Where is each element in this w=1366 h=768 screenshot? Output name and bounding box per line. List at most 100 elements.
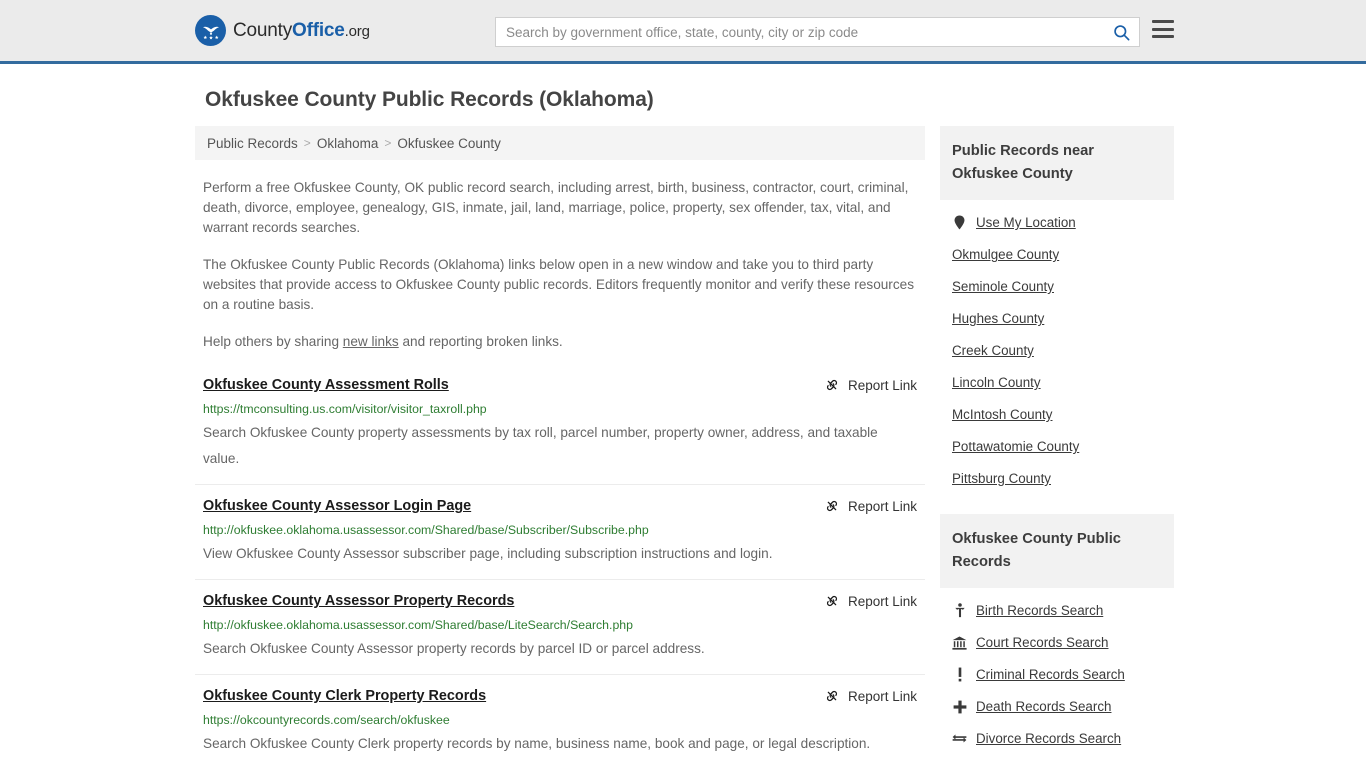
result-title-link[interactable]: Okfuskee County Assessor Login Page xyxy=(203,497,471,516)
courthouse-icon xyxy=(952,636,967,650)
sidebar-link-label[interactable]: Use My Location xyxy=(976,215,1076,230)
report-link-button[interactable]: Report Link xyxy=(824,688,917,704)
result-item: Okfuskee County Clerk Property Records R… xyxy=(195,687,925,768)
sidebar-link-label[interactable]: McIntosh County xyxy=(952,407,1052,422)
eagle-shield-icon xyxy=(195,15,226,46)
sidebar-item-creek-county[interactable]: Creek County xyxy=(940,334,1174,366)
result-title-link[interactable]: Okfuskee County Assessment Rolls xyxy=(203,376,449,395)
result-description: Search Okfuskee County Clerk property re… xyxy=(203,736,871,751)
baby-icon xyxy=(952,603,967,618)
sidebar-item-birth-records[interactable]: Birth Records Search xyxy=(940,594,1174,626)
intro-paragraph-3: Help others by sharing new links and rep… xyxy=(203,332,917,352)
search-bar xyxy=(495,17,1140,47)
report-link-label: Report Link xyxy=(847,593,917,609)
main-column: Public Records > Oklahoma > Okfuskee Cou… xyxy=(195,126,925,768)
sidebar-link-label[interactable]: Criminal Records Search xyxy=(976,667,1125,682)
sidebar-link-label[interactable]: Death Records Search xyxy=(976,699,1111,714)
intro-paragraph-1: Perform a free Okfuskee County, OK publi… xyxy=(203,180,909,235)
intro-section: Perform a free Okfuskee County, OK publi… xyxy=(195,178,925,352)
map-pin-icon xyxy=(952,215,967,230)
split-arrows-icon xyxy=(952,733,967,744)
intro-prefix: Help others by sharing xyxy=(203,334,343,349)
sidebar-item-seminole-county[interactable]: Seminole County xyxy=(940,270,1174,302)
page-container: Okfuskee County Public Records (Oklahoma… xyxy=(0,88,1366,768)
results-list: Okfuskee County Assessment Rolls Report … xyxy=(195,376,925,768)
sidebar-link-label[interactable]: Seminole County xyxy=(952,279,1054,294)
result-title-link[interactable]: Okfuskee County Assessor Property Record… xyxy=(203,592,514,611)
sidebar-item-pittsburg-county[interactable]: Pittsburg County xyxy=(940,462,1174,494)
report-link-label: Report Link xyxy=(847,688,917,704)
sidebar-link-label[interactable]: Hughes County xyxy=(952,311,1044,326)
search-icon xyxy=(1113,24,1129,40)
breadcrumb-item-okfuskee-county[interactable]: Okfuskee County xyxy=(397,136,501,151)
hamburger-menu-icon[interactable] xyxy=(1152,20,1174,38)
sidebar-link-label[interactable]: Pittsburg County xyxy=(952,471,1051,486)
result-title-link[interactable]: Okfuskee County Clerk Property Records xyxy=(203,687,486,706)
nearby-records-title: Public Records near Okfuskee County xyxy=(940,126,1174,200)
county-records-card: Okfuskee County Public Records Birth Rec… xyxy=(940,514,1174,754)
result-url: https://okcountyrecords.com/search/okfus… xyxy=(203,713,450,727)
cross-glyph xyxy=(953,700,966,713)
nearby-records-list: Use My Location Okmulgee County Seminole… xyxy=(940,200,1174,494)
sidebar-item-divorce-records[interactable]: Divorce Records Search xyxy=(940,722,1174,754)
hamburger-bar xyxy=(1152,35,1174,38)
logo-text-county: County xyxy=(233,19,293,41)
result-url: http://okfuskee.oklahoma.usassessor.com/… xyxy=(203,618,633,632)
result-description: Search Okfuskee County Assessor property… xyxy=(203,641,705,656)
result-description: View Okfuskee County Assessor subscriber… xyxy=(203,546,773,561)
hamburger-bar xyxy=(1152,27,1174,31)
page-title: Okfuskee County Public Records (Oklahoma… xyxy=(205,88,654,111)
site-logo[interactable]: CountyOffice.org xyxy=(195,15,370,46)
sidebar-link-label[interactable]: Okmulgee County xyxy=(952,247,1059,262)
sidebar-item-pottawatomie-county[interactable]: Pottawatomie County xyxy=(940,430,1174,462)
sidebar-link-label[interactable]: Lincoln County xyxy=(952,375,1041,390)
sidebar-link-label[interactable]: Pottawatomie County xyxy=(952,439,1079,454)
broken-link-icon xyxy=(826,379,837,391)
hamburger-bar xyxy=(1152,20,1174,23)
breadcrumb-separator: > xyxy=(384,136,392,150)
sidebar-link-label[interactable]: Creek County xyxy=(952,343,1034,358)
intro-paragraph-2: The Okfuskee County Public Records (Okla… xyxy=(203,257,914,312)
sidebar-item-okmulgee-county[interactable]: Okmulgee County xyxy=(940,238,1174,270)
report-link-label: Report Link xyxy=(847,498,917,514)
search-button[interactable] xyxy=(1103,18,1139,46)
broken-link-icon xyxy=(826,595,837,607)
search-input[interactable] xyxy=(496,18,1103,46)
breadcrumb-item-oklahoma[interactable]: Oklahoma xyxy=(317,136,379,151)
sidebar-item-lincoln-county[interactable]: Lincoln County xyxy=(940,366,1174,398)
result-item: Okfuskee County Assessor Login Page Repo… xyxy=(195,497,925,580)
result-url: http://okfuskee.oklahoma.usassessor.com/… xyxy=(203,523,649,537)
sidebar-item-use-my-location[interactable]: Use My Location xyxy=(940,206,1174,238)
breadcrumb: Public Records > Oklahoma > Okfuskee Cou… xyxy=(195,126,925,160)
exclamation-glyph xyxy=(958,667,961,682)
sidebar-link-label[interactable]: Court Records Search xyxy=(976,635,1108,650)
sidebar-link-label[interactable]: Divorce Records Search xyxy=(976,731,1121,746)
report-link-button[interactable]: Report Link xyxy=(824,377,917,393)
report-link-button[interactable]: Report Link xyxy=(824,593,917,609)
logo-text: CountyOffice.org xyxy=(233,20,370,42)
split-arrows-glyph xyxy=(952,734,967,743)
sidebar-item-criminal-records[interactable]: Criminal Records Search xyxy=(940,658,1174,690)
content-row: Public Records > Oklahoma > Okfuskee Cou… xyxy=(0,126,1366,768)
baby-glyph xyxy=(954,603,965,618)
sidebar-link-label[interactable]: Birth Records Search xyxy=(976,603,1103,618)
sidebar-item-hughes-county[interactable]: Hughes County xyxy=(940,302,1174,334)
sidebar-item-death-records[interactable]: Death Records Search xyxy=(940,690,1174,722)
sidebar-item-court-records[interactable]: Court Records Search xyxy=(940,626,1174,658)
result-header: Okfuskee County Assessor Property Record… xyxy=(203,592,917,611)
broken-link-icon xyxy=(826,500,837,512)
new-links-link[interactable]: new links xyxy=(343,334,399,349)
exclamation-icon xyxy=(952,667,967,682)
courthouse-glyph xyxy=(952,636,967,650)
county-records-title: Okfuskee County Public Records xyxy=(940,514,1174,588)
cross-icon xyxy=(952,700,967,714)
site-header: CountyOffice.org xyxy=(0,0,1366,64)
breadcrumb-item-public-records[interactable]: Public Records xyxy=(207,136,298,151)
result-url: https://tmconsulting.us.com/visitor/visi… xyxy=(203,402,487,416)
result-header: Okfuskee County Assessor Login Page Repo… xyxy=(203,497,917,516)
broken-link-icon xyxy=(826,690,837,702)
sidebar: Public Records near Okfuskee County Use … xyxy=(940,126,1174,768)
report-link-button[interactable]: Report Link xyxy=(824,498,917,514)
result-item: Okfuskee County Assessor Property Record… xyxy=(195,592,925,675)
sidebar-item-mcintosh-county[interactable]: McIntosh County xyxy=(940,398,1174,430)
